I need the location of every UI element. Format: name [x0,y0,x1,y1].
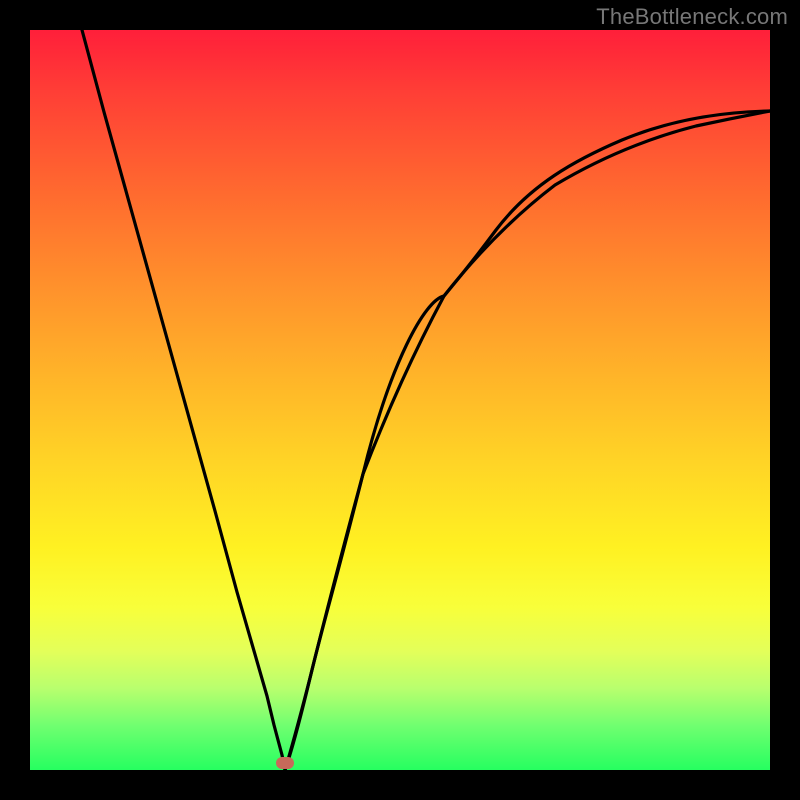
curve-right-branch-smooth [285,111,770,770]
chart-frame: TheBottleneck.com [0,0,800,800]
bottleneck-curve [30,30,770,770]
minimum-marker [276,757,294,769]
curve-right-branch [285,111,770,770]
plot-area [30,30,770,770]
watermark-text: TheBottleneck.com [596,4,788,30]
curve-left-branch [82,30,285,770]
